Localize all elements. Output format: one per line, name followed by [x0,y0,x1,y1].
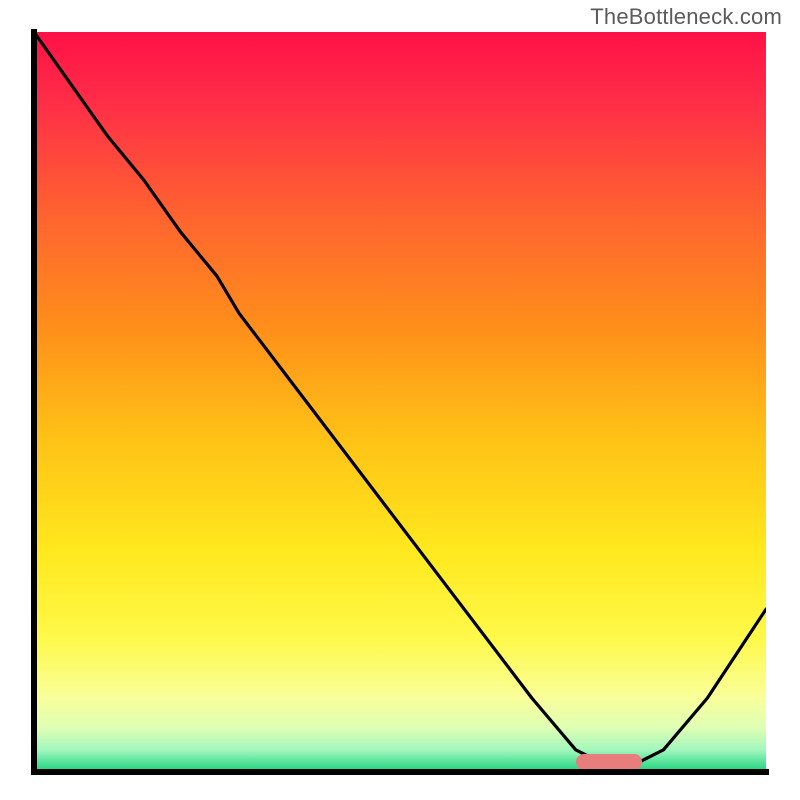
watermark-text: TheBottleneck.com [590,4,782,30]
bottleneck-curve [34,32,766,772]
chart-wrapper: TheBottleneck.com [0,0,800,800]
plot-area [34,32,766,772]
optimal-range-marker [576,754,642,770]
